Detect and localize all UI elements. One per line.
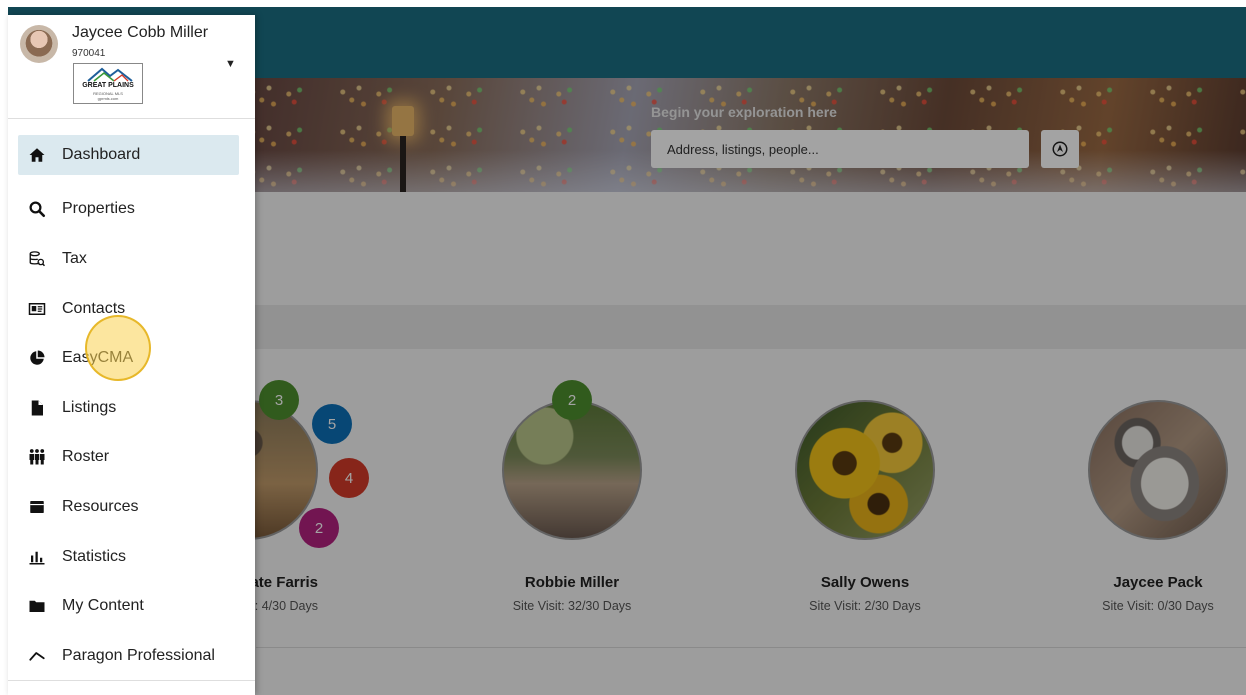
user-name: Jaycee Cobb Miller xyxy=(72,24,209,41)
logo-url-text: gprmls.com xyxy=(97,96,119,101)
nav-item-label: Dashboard xyxy=(62,146,141,163)
user-profile[interactable]: Jaycee Cobb Miller 970041 GREAT PLAINS R… xyxy=(8,15,255,117)
nav-item-statistics[interactable]: Statistics xyxy=(18,532,239,582)
nav-item-my-content[interactable]: My Content xyxy=(18,581,239,631)
tax-database-icon xyxy=(18,250,56,268)
nav-item-roster[interactable]: Roster xyxy=(18,433,239,483)
folder-icon xyxy=(18,597,56,615)
home-icon xyxy=(18,146,56,164)
nav-item-paragon-professional[interactable]: Paragon Professional xyxy=(18,631,239,681)
bar-chart-icon xyxy=(18,548,56,566)
user-id: 970041 xyxy=(72,48,106,59)
nav-item-label: Listings xyxy=(62,398,117,416)
mountain-logo-icon xyxy=(87,67,133,82)
mls-logo: GREAT PLAINS REGIONAL MLS gprmls.com xyxy=(73,63,143,104)
nav-item-resources[interactable]: Resources xyxy=(18,482,239,532)
nav-item-label: Properties xyxy=(62,200,135,218)
divider xyxy=(8,118,255,119)
contact-card-icon xyxy=(18,300,56,318)
logo-brand-text: GREAT PLAINS xyxy=(82,82,134,89)
nav-item-label: Tax xyxy=(62,249,87,267)
nav-item-listings[interactable]: Listings xyxy=(18,383,239,433)
nav-item-label: Roster xyxy=(62,448,110,466)
pie-chart-icon xyxy=(18,349,56,367)
people-icon xyxy=(18,448,56,466)
nav-item-tax[interactable]: Tax xyxy=(18,234,239,284)
nav-item-label: Resources xyxy=(62,497,139,515)
nav-item-label: My Content xyxy=(62,597,144,615)
click-highlight xyxy=(85,315,151,381)
nav-item-label: Paragon Professional xyxy=(62,646,215,664)
nav-menu: Dashboard Properties Tax Contacts EasyCM… xyxy=(18,135,239,681)
nav-item-label: Statistics xyxy=(62,547,127,565)
profile-dropdown-icon[interactable]: ▼ xyxy=(225,58,236,70)
search-icon xyxy=(18,200,56,218)
avatar xyxy=(20,25,58,63)
nav-item-properties[interactable]: Properties xyxy=(18,185,239,235)
nav-item-dashboard[interactable]: Dashboard xyxy=(18,135,239,175)
trend-line-icon xyxy=(18,647,56,665)
logo-subtitle: REGIONAL MLS gprmls.com xyxy=(74,91,142,101)
divider xyxy=(8,680,255,681)
document-icon xyxy=(18,399,56,417)
archive-box-icon xyxy=(18,498,56,516)
